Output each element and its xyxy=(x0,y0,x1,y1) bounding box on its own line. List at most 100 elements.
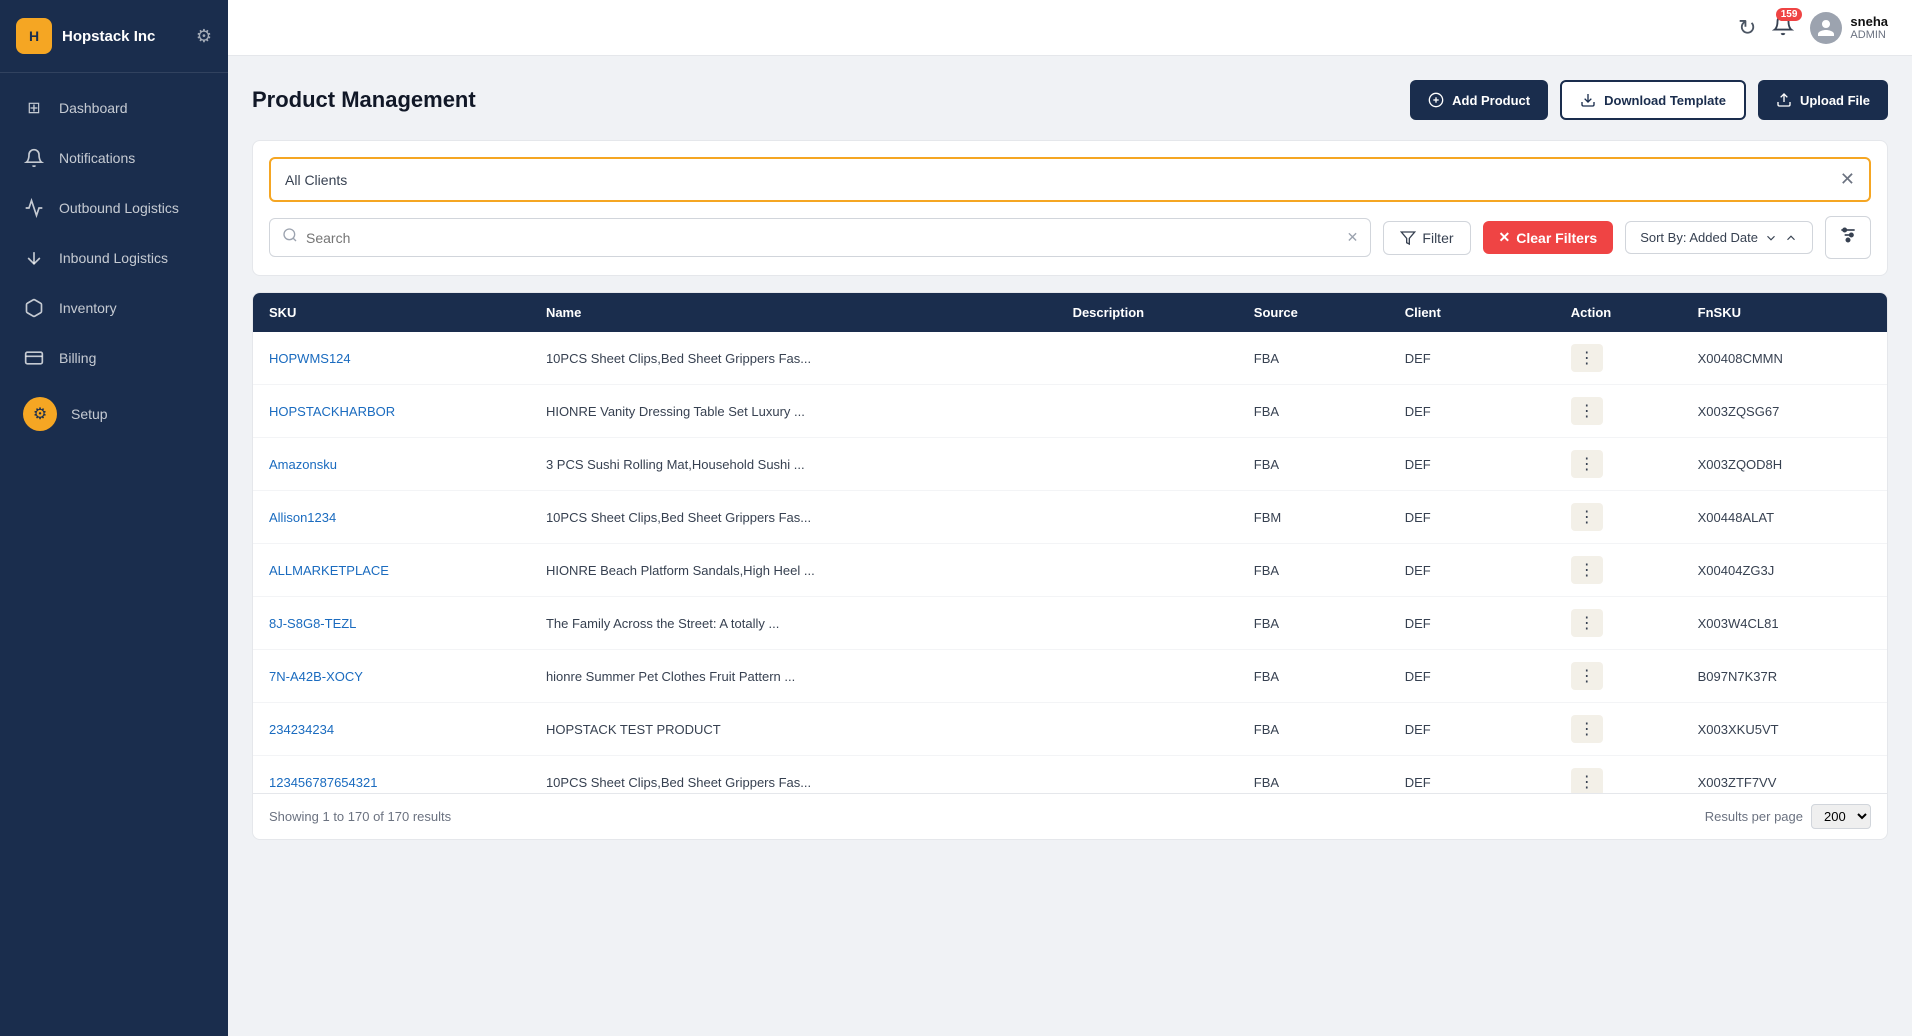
row-action-button[interactable]: ⋮ xyxy=(1571,556,1603,584)
cell-description xyxy=(1057,703,1238,756)
sidebar-item-inbound[interactable]: Inbound Logistics xyxy=(0,233,228,283)
table-row: 7N-A42B-XOCY hionre Summer Pet Clothes F… xyxy=(253,650,1887,703)
topbar: ↻ 159 sneha ADMIN xyxy=(228,0,1912,56)
header-actions: Add Product Download Template Upload Fil… xyxy=(1410,80,1888,120)
gear-icon[interactable]: ⚙ xyxy=(196,26,212,47)
download-template-button[interactable]: Download Template xyxy=(1560,80,1746,120)
cell-source: FBA xyxy=(1238,544,1389,597)
cell-action: ⋮ xyxy=(1555,703,1682,756)
sku-link[interactable]: HOPWMS124 xyxy=(269,351,351,366)
filter-button[interactable]: Filter xyxy=(1383,221,1470,255)
row-action-button[interactable]: ⋮ xyxy=(1571,344,1603,372)
cell-fnsku: X00408CMMN xyxy=(1682,332,1887,385)
username: sneha xyxy=(1850,14,1888,30)
cell-name: 10PCS Sheet Clips,Bed Sheet Grippers Fas… xyxy=(530,332,1057,385)
notifications-icon xyxy=(23,147,45,169)
results-per-page-select[interactable]: 200 100 50 xyxy=(1811,804,1871,829)
client-clear-icon[interactable]: ✕ xyxy=(1840,169,1855,190)
table-body: HOPWMS124 10PCS Sheet Clips,Bed Sheet Gr… xyxy=(253,332,1887,793)
search-input[interactable] xyxy=(306,230,1339,246)
cell-name: HIONRE Beach Platform Sandals,High Heel … xyxy=(530,544,1057,597)
sku-link[interactable]: 7N-A42B-XOCY xyxy=(269,669,363,684)
avatar xyxy=(1810,12,1842,44)
cell-fnsku: X003ZQSG67 xyxy=(1682,385,1887,438)
cell-client: DEF xyxy=(1389,332,1555,385)
sidebar-item-inventory[interactable]: Inventory xyxy=(0,283,228,333)
row-action-button[interactable]: ⋮ xyxy=(1571,609,1603,637)
product-table-container: SKU Name Description Source Client Actio… xyxy=(252,292,1888,840)
filter-icon xyxy=(1400,230,1416,246)
results-per-page: Results per page 200 100 50 xyxy=(1705,804,1871,829)
sidebar-item-setup[interactable]: ⚙ Setup xyxy=(0,383,228,445)
cell-fnsku: X003ZQOD8H xyxy=(1682,438,1887,491)
sku-link[interactable]: 123456787654321 xyxy=(269,775,377,790)
refresh-icon[interactable]: ↻ xyxy=(1738,15,1756,41)
sidebar-item-billing[interactable]: Billing xyxy=(0,333,228,383)
sku-link[interactable]: Amazonsku xyxy=(269,457,337,472)
cell-action: ⋮ xyxy=(1555,332,1682,385)
row-action-button[interactable]: ⋮ xyxy=(1571,662,1603,690)
advanced-filter-button[interactable] xyxy=(1825,216,1871,259)
clear-filters-button[interactable]: ✕ Clear Filters xyxy=(1483,221,1614,254)
cell-action: ⋮ xyxy=(1555,650,1682,703)
inbound-icon xyxy=(23,247,45,269)
sku-link[interactable]: Allison1234 xyxy=(269,510,336,525)
sidebar-item-notifications[interactable]: Notifications xyxy=(0,133,228,183)
cell-sku: ALLMARKETPLACE xyxy=(253,544,530,597)
search-box[interactable]: ✕ xyxy=(269,218,1371,257)
sidebar-nav: ⊞ Dashboard Notifications Outbound Logis… xyxy=(0,73,228,1036)
row-action-button[interactable]: ⋮ xyxy=(1571,503,1603,531)
col-client: Client xyxy=(1389,293,1555,332)
row-action-button[interactable]: ⋮ xyxy=(1571,768,1603,793)
add-icon xyxy=(1428,92,1444,108)
sku-link[interactable]: 8J-S8G8-TEZL xyxy=(269,616,356,631)
billing-icon xyxy=(23,347,45,369)
cell-source: FBA xyxy=(1238,703,1389,756)
sku-link[interactable]: 234234234 xyxy=(269,722,334,737)
inventory-icon xyxy=(23,297,45,319)
cell-description xyxy=(1057,438,1238,491)
cell-fnsku: X003ZTF7VV xyxy=(1682,756,1887,794)
upload-file-button[interactable]: Upload File xyxy=(1758,80,1888,120)
notification-bell[interactable]: 159 xyxy=(1772,14,1794,42)
sidebar-item-label: Setup xyxy=(71,406,108,422)
chevron-up-icon xyxy=(1784,231,1798,245)
sku-link[interactable]: ALLMARKETPLACE xyxy=(269,563,389,578)
main-content: ↻ 159 sneha ADMIN Product Management xyxy=(228,0,1912,1036)
filter-area: All Clients ✕ ✕ Filter xyxy=(252,140,1888,276)
sidebar-item-dashboard[interactable]: ⊞ Dashboard xyxy=(0,83,228,133)
cell-sku: Amazonsku xyxy=(253,438,530,491)
col-sku: SKU xyxy=(253,293,530,332)
col-action: Action xyxy=(1555,293,1682,332)
search-clear-icon[interactable]: ✕ xyxy=(1347,229,1359,246)
sort-selector[interactable]: Sort By: Added Date xyxy=(1625,221,1813,254)
client-selector-text: All Clients xyxy=(285,172,347,188)
search-filter-row: ✕ Filter ✕ Clear Filters Sort By: Added … xyxy=(269,216,1871,259)
table-row: Amazonsku 3 PCS Sushi Rolling Mat,Househ… xyxy=(253,438,1887,491)
cell-name: HOPSTACK TEST PRODUCT xyxy=(530,703,1057,756)
sku-link[interactable]: HOPSTACKHARBOR xyxy=(269,404,395,419)
row-action-button[interactable]: ⋮ xyxy=(1571,397,1603,425)
download-icon xyxy=(1580,92,1596,108)
add-product-button[interactable]: Add Product xyxy=(1410,80,1548,120)
cell-sku: 123456787654321 xyxy=(253,756,530,794)
clear-filters-x-icon: ✕ xyxy=(1499,229,1511,246)
cell-client: DEF xyxy=(1389,650,1555,703)
row-action-button[interactable]: ⋮ xyxy=(1571,450,1603,478)
results-showing: Showing 1 to 170 of 170 results xyxy=(269,809,451,824)
cell-sku: HOPSTACKHARBOR xyxy=(253,385,530,438)
cell-source: FBA xyxy=(1238,438,1389,491)
sidebar-item-outbound[interactable]: Outbound Logistics xyxy=(0,183,228,233)
cell-source: FBA xyxy=(1238,385,1389,438)
cell-description xyxy=(1057,544,1238,597)
user-profile[interactable]: sneha ADMIN xyxy=(1810,12,1888,44)
cell-client: DEF xyxy=(1389,438,1555,491)
col-fnsku: FnSKU xyxy=(1682,293,1887,332)
cell-fnsku: B097N7K37R xyxy=(1682,650,1887,703)
cell-fnsku: X00404ZG3J xyxy=(1682,544,1887,597)
cell-description xyxy=(1057,332,1238,385)
row-action-button[interactable]: ⋮ xyxy=(1571,715,1603,743)
client-selector[interactable]: All Clients ✕ xyxy=(269,157,1871,202)
chevron-down-icon xyxy=(1764,231,1778,245)
table-scroll[interactable]: SKU Name Description Source Client Actio… xyxy=(253,293,1887,793)
